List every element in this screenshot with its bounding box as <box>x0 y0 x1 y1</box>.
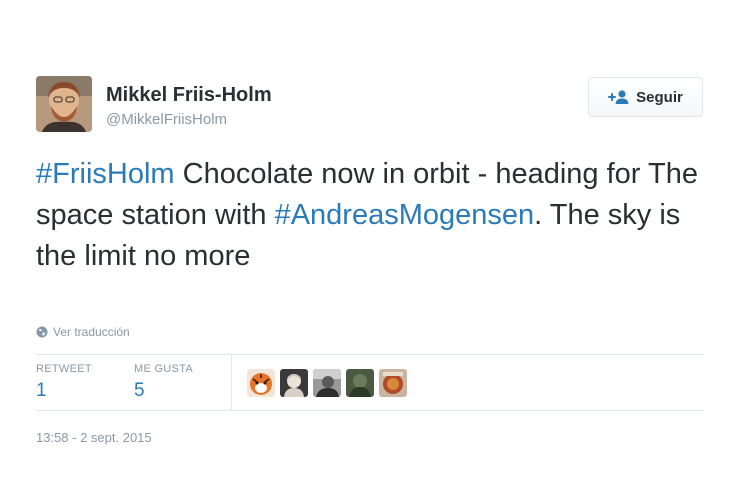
food-avatar-icon <box>379 369 407 397</box>
liker-avatar[interactable] <box>379 369 407 397</box>
likers-list <box>247 369 407 397</box>
add-user-icon <box>608 89 630 105</box>
tweet-card: Mikkel Friis-Holm @MikkelFriisHolm Segui… <box>0 0 744 496</box>
person-avatar-icon <box>346 369 374 397</box>
translate-label: Ver traducción <box>53 325 130 339</box>
likes-label: ME GUSTA <box>134 363 194 375</box>
liker-avatar[interactable] <box>313 369 341 397</box>
tweet-text: #FriisHolm Chocolate now in orbit - head… <box>36 154 726 277</box>
user-avatar[interactable] <box>36 76 92 132</box>
stats-separator <box>231 355 232 410</box>
follow-button[interactable]: Seguir <box>588 77 703 117</box>
translate-link[interactable]: Ver traducción <box>36 325 130 339</box>
retweet-stat[interactable]: RETWEET 1 <box>36 363 92 402</box>
user-name[interactable]: Mikkel Friis-Holm <box>106 84 272 107</box>
divider <box>36 354 704 355</box>
liker-avatar[interactable] <box>247 369 275 397</box>
user-avatar-photo-icon <box>36 76 92 132</box>
user-handle[interactable]: @MikkelFriisHolm <box>106 111 227 128</box>
globe-icon <box>36 326 48 338</box>
tiger-avatar-icon <box>247 369 275 397</box>
likes-count[interactable]: 5 <box>134 380 193 402</box>
liker-avatar[interactable] <box>346 369 374 397</box>
person-avatar-icon <box>313 369 341 397</box>
divider <box>36 410 704 411</box>
liker-avatar[interactable] <box>280 369 308 397</box>
likes-stat[interactable]: ME GUSTA 5 <box>134 363 193 402</box>
retweet-count[interactable]: 1 <box>36 380 92 402</box>
retweet-label: RETWEET <box>36 363 92 375</box>
hashtag-link[interactable]: #FriisHolm <box>36 158 175 190</box>
person-avatar-icon <box>280 369 308 397</box>
follow-button-label: Seguir <box>636 88 683 106</box>
hashtag-link[interactable]: #AndreasMogensen <box>275 199 535 231</box>
tweet-timestamp[interactable]: 13:58 - 2 sept. 2015 <box>36 430 152 445</box>
